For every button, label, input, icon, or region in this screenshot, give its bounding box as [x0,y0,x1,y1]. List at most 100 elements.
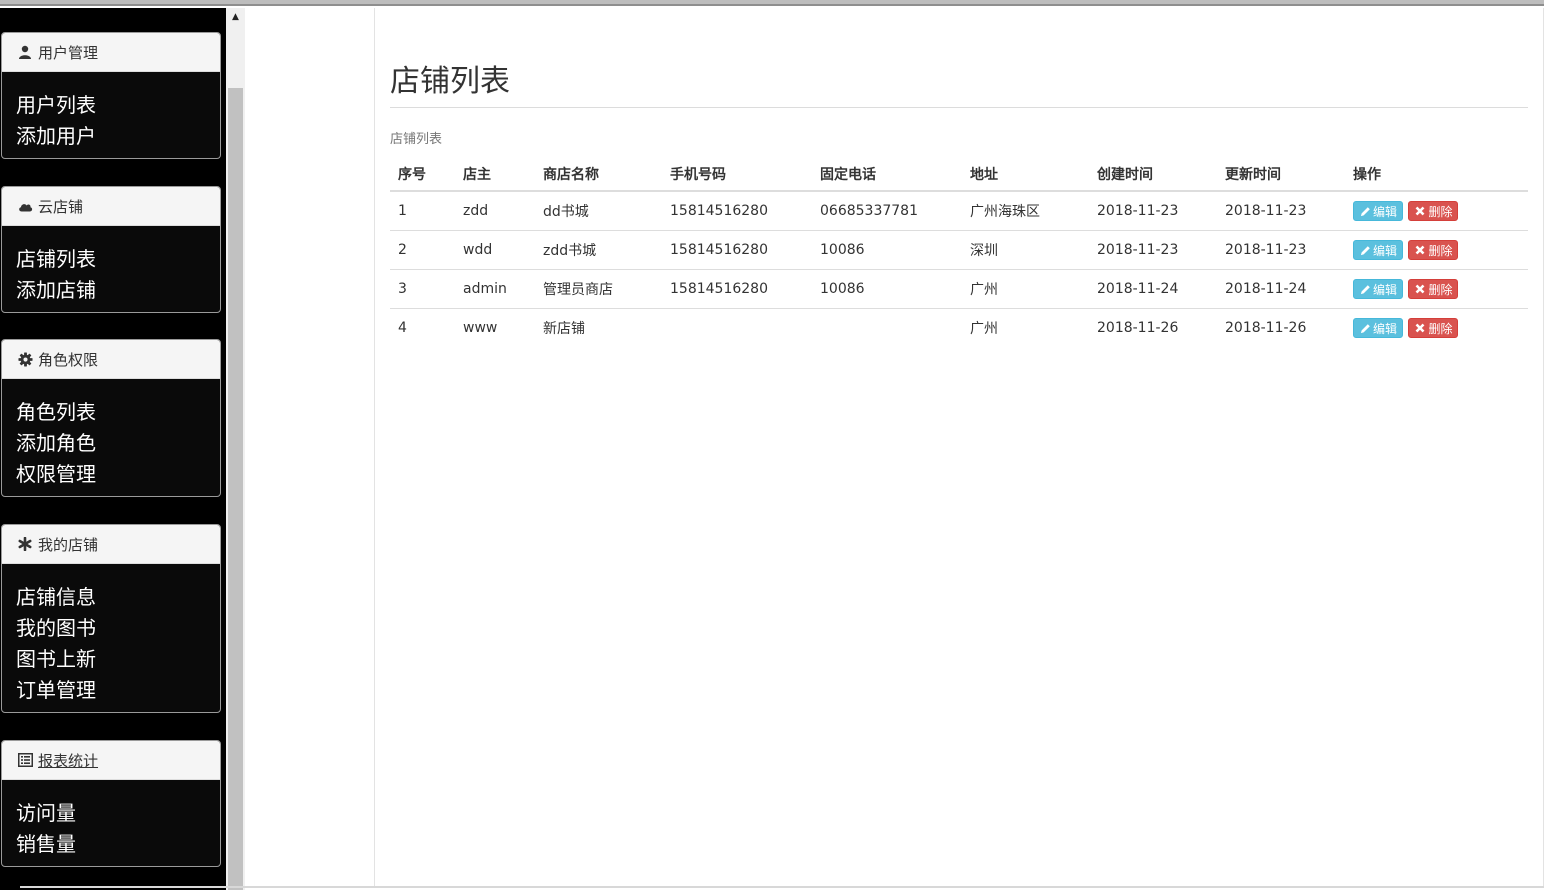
panel-title: 用户管理 [38,43,99,62]
cell-address: 广州海珠区 [970,204,1040,220]
panel-title: 角色权限 [38,350,99,369]
panel-heading[interactable]: 我的店铺 [2,525,220,564]
edit-button[interactable]: 编辑 [1353,318,1404,338]
panel-heading[interactable]: 角色权限 [2,340,220,379]
window-top-border [0,0,1544,6]
table-row: 3 admin 管理员商店 15814516280 10086 广州 2018-… [390,269,1528,309]
column-header: 店主 [455,158,535,192]
cell-shop-name: 管理员商店 [535,269,662,309]
cell-updated: 2018-11-23 [1225,203,1307,219]
column-divider [374,8,375,886]
window-bottom-border [20,886,1544,888]
cell-index: 2 [390,230,455,270]
list-alt-icon [17,752,33,768]
cell-address: 广州 [962,308,1089,347]
panel-body: 店铺列表 添加店铺 [2,226,220,312]
sidebar-link-new-books[interactable]: 图书上新 [16,644,220,675]
cell-owner: admin [455,269,535,309]
edit-button-label: 编辑 [1373,282,1398,297]
cell-actions: 编辑 删除 [1345,269,1528,309]
main-frame: 店铺列表 店铺列表 序号 店主 商店名称 手机号码 固定电话 地址 创建时间 更… [245,8,1544,886]
remove-icon [1414,283,1426,295]
column-header: 商店名称 [535,158,662,192]
sidebar-link-visits[interactable]: 访问量 [16,798,220,829]
edit-button-label: 编辑 [1373,321,1398,336]
panel-role-permissions: 角色权限 角色列表 添加角色 权限管理 [1,339,221,497]
page-title: 店铺列表 [390,64,510,99]
delete-button[interactable]: 删除 [1408,279,1459,299]
sidebar-scrollbar[interactable]: ▲ [226,8,245,890]
sidebar-link-role-list[interactable]: 角色列表 [16,397,220,428]
pencil-icon [1359,322,1371,334]
gear-icon [17,351,33,367]
delete-button[interactable]: 删除 [1408,318,1459,338]
panel-reports: 报表统计 访问量 销售量 [1,740,221,867]
sidebar-link-permission-management[interactable]: 权限管理 [16,459,220,490]
panel-body: 角色列表 添加角色 权限管理 [2,379,220,496]
panel-body: 访问量 销售量 [2,780,220,866]
panel-heading[interactable]: 报表统计 [2,741,220,780]
panel-title: 我的店铺 [38,535,99,554]
pencil-icon [1359,244,1371,256]
column-header: 更新时间 [1217,158,1345,192]
sidebar-link-add-role[interactable]: 添加角色 [16,428,220,459]
pencil-icon [1359,283,1371,295]
table-caption: 店铺列表 [390,132,443,147]
cell-mobile: 15814516280 [662,269,812,309]
column-header: 序号 [390,158,455,192]
column-header: 创建时间 [1089,158,1217,192]
delete-button-label: 删除 [1428,204,1453,219]
delete-button[interactable]: 删除 [1408,201,1459,221]
table-row: 2 wdd zdd书城 15814516280 10086 深圳 2018-11… [390,230,1528,270]
sidebar-link-add-user[interactable]: 添加用户 [16,121,220,152]
pencil-icon [1359,205,1371,217]
panel-heading[interactable]: 云店铺 [2,187,220,226]
sidebar-link-shop-info[interactable]: 店铺信息 [16,582,220,613]
edit-button-label: 编辑 [1373,204,1398,219]
panel-body: 店铺信息 我的图书 图书上新 订单管理 [2,564,220,712]
column-header: 地址 [962,158,1089,192]
cell-actions: 编辑 删除 [1345,191,1528,231]
cell-owner: www [455,308,535,347]
panel-heading[interactable]: 用户管理 [2,33,220,72]
cell-index: 3 [390,269,455,309]
cell-mobile [662,308,812,347]
cell-actions: 编辑 删除 [1345,230,1528,270]
cell-index: 1 [398,203,407,219]
delete-button[interactable]: 删除 [1408,240,1459,260]
panel-title: 报表统计 [38,751,99,770]
cell-mobile: 15814516280 [662,230,812,270]
column-header: 手机号码 [662,158,812,192]
cell-mobile: 15814516280 [670,203,768,219]
cell-updated: 2018-11-26 [1217,308,1345,347]
sidebar-link-shop-list[interactable]: 店铺列表 [16,244,220,275]
asterisk-icon [17,536,33,552]
edit-button[interactable]: 编辑 [1353,240,1404,260]
column-header: 操作 [1345,158,1528,192]
remove-icon [1414,244,1426,256]
sidebar-link-order-management[interactable]: 订单管理 [16,675,220,706]
cell-created: 2018-11-23 [1089,230,1217,270]
panel-cloud-shop: 云店铺 店铺列表 添加店铺 [1,186,221,313]
cell-phone: 06685337781 [820,203,918,219]
panel-body: 用户列表 添加用户 [2,72,220,158]
cell-updated: 2018-11-23 [1217,230,1345,270]
sidebar-link-add-shop[interactable]: 添加店铺 [16,275,220,306]
column-header: 固定电话 [812,158,962,192]
sidebar-link-user-list[interactable]: 用户列表 [16,90,220,121]
cell-created: 2018-11-24 [1089,269,1217,309]
table-row: 4 www 新店铺 广州 2018-11-26 2018-11-26 编辑 删除 [390,308,1528,347]
panel-my-shop: 我的店铺 店铺信息 我的图书 图书上新 订单管理 [1,524,221,713]
edit-button[interactable]: 编辑 [1353,279,1404,299]
scrollbar-thumb[interactable] [228,88,243,890]
edit-button[interactable]: 编辑 [1353,201,1404,221]
sidebar-link-my-books[interactable]: 我的图书 [16,613,220,644]
cell-shop-name: zdd书城 [535,230,662,270]
sidebar-link-sales[interactable]: 销售量 [16,829,220,860]
left-frame: 用户管理 用户列表 添加用户 云店铺 店铺列表 添加店铺 角色权限 角色列表 添… [0,8,245,890]
remove-icon [1414,322,1426,334]
cell-phone: 10086 [812,230,962,270]
delete-button-label: 删除 [1428,282,1453,297]
scroll-up-arrow-icon[interactable]: ▲ [226,8,245,26]
cell-phone [812,308,962,347]
